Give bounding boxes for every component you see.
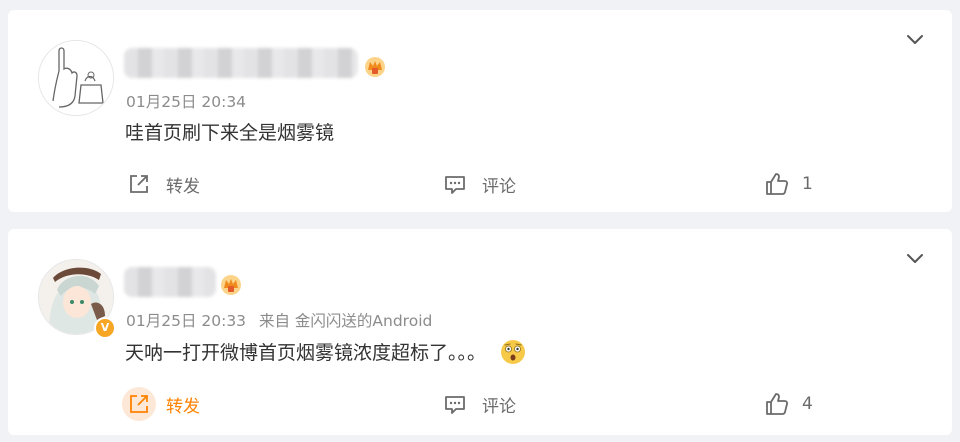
comment-text-row: 天呐一打开微博首页烟雾镜浓度超标了。。。 [125, 338, 526, 365]
like-button[interactable]: 1 [764, 169, 813, 199]
expand-chevron-icon[interactable] [906, 253, 924, 265]
post-source[interactable]: 来自 金闪闪送的Android [259, 312, 432, 330]
comment-text: 天呐一打开微博首页烟雾镜浓度超标了。。。 [125, 342, 487, 364]
action-bar: 转发 评论 4 [8, 387, 952, 421]
comment-meta: 01月25日 20:34 [126, 90, 246, 112]
like-thumb-icon [764, 391, 790, 417]
comment-icon [442, 171, 468, 197]
like-count: 4 [802, 394, 813, 414]
repost-label: 转发 [166, 176, 200, 197]
comment-button[interactable]: 评论 [442, 169, 516, 199]
verified-badge-icon: V [94, 317, 116, 339]
repost-button[interactable]: 转发 [126, 169, 200, 199]
username-redacted[interactable] [124, 48, 358, 78]
repost-button[interactable]: 转发 [122, 387, 200, 421]
vip-crown-icon [365, 57, 385, 77]
repost-icon [126, 171, 152, 197]
sketch-avatar-image [39, 41, 113, 115]
avatar[interactable] [38, 40, 114, 116]
timestamp: 01月25日 20:34 [126, 93, 247, 111]
comment-button[interactable]: 评论 [442, 389, 516, 419]
comment-meta: 01月25日 20:33 来自 金闪闪送的Android [126, 309, 432, 331]
username-redacted[interactable] [124, 267, 216, 297]
action-bar: 转发 评论 1 [8, 169, 952, 199]
comment-card: 01月25日 20:34 哇首页刷下来全是烟雾镜 转发 评论 1 [8, 10, 952, 212]
like-count: 1 [802, 174, 813, 194]
like-button[interactable]: 4 [764, 389, 813, 419]
repost-icon [122, 387, 156, 421]
comment-label: 评论 [482, 176, 516, 197]
vip-crown-icon [221, 275, 241, 295]
repost-label: 转发 [166, 396, 200, 417]
comment-label: 评论 [482, 396, 516, 417]
comment-card: V 01月25日 20:33 来自 金闪闪送的Android 天呐一打开微博首页… [8, 229, 952, 435]
comment-text: 哇首页刷下来全是烟雾镜 [125, 122, 335, 144]
like-thumb-icon [764, 171, 790, 197]
comment-icon [442, 391, 468, 417]
shocked-emoji-icon [501, 339, 526, 364]
timestamp: 01月25日 20:33 [126, 312, 247, 330]
expand-chevron-icon[interactable] [906, 34, 924, 46]
